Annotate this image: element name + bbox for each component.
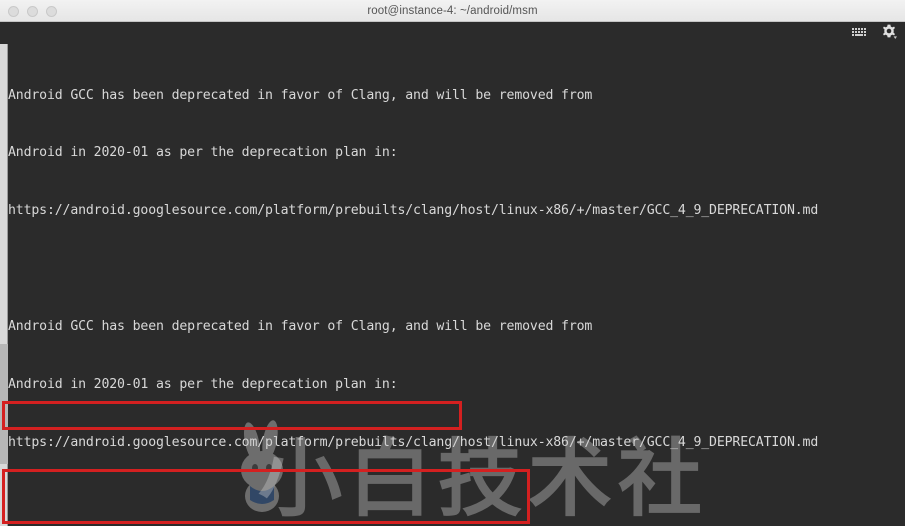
maximize-button[interactable] bbox=[46, 5, 57, 17]
scrollbar-thumb[interactable] bbox=[0, 344, 8, 464]
terminal-toolbar bbox=[0, 22, 905, 44]
window-controls bbox=[8, 0, 57, 22]
terminal-line: https://android.googlesource.com/platfor… bbox=[8, 434, 819, 450]
close-button[interactable] bbox=[8, 5, 19, 17]
terminal-line: Android GCC has been deprecated in favor… bbox=[8, 87, 593, 103]
terminal-line: https://android.googlesource.com/platfor… bbox=[8, 203, 819, 219]
terminal-body[interactable]: Android GCC has been deprecated in favor… bbox=[0, 44, 905, 526]
minimize-button[interactable] bbox=[27, 5, 38, 17]
window-titlebar: root@instance-4: ~/android/msm bbox=[0, 0, 905, 22]
gear-icon[interactable] bbox=[881, 24, 897, 40]
keyboard-icon[interactable] bbox=[851, 26, 869, 38]
window-title: root@instance-4: ~/android/msm bbox=[367, 4, 538, 17]
terminal-line: Android in 2020-01 as per the deprecatio… bbox=[8, 145, 398, 161]
terminal-line: Android GCC has been deprecated in favor… bbox=[8, 319, 593, 335]
terminal-window: root@instance-4: ~/android/msm Android G… bbox=[0, 0, 905, 526]
terminal-line: Android in 2020-01 as per the deprecatio… bbox=[8, 377, 398, 393]
terminal-screen[interactable]: Android GCC has been deprecated in favor… bbox=[8, 44, 905, 526]
terminal-scrollbar[interactable] bbox=[0, 44, 8, 526]
